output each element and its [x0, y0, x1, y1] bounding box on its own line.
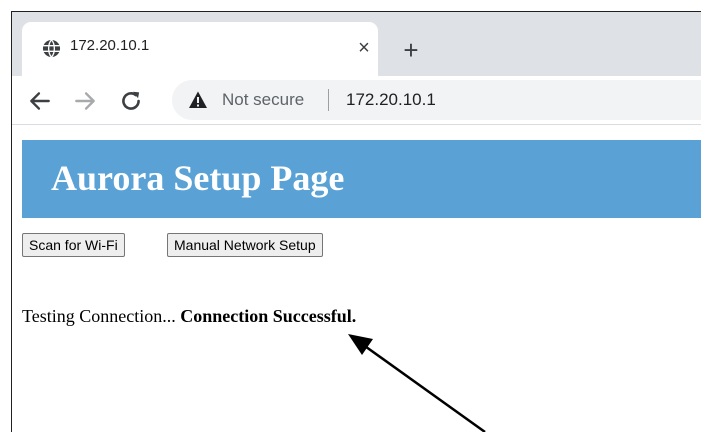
tab-strip: 172.20.10.1 × + [12, 12, 701, 76]
browser-toolbar: Not secure 172.20.10.1 [12, 76, 701, 125]
globe-icon [42, 39, 61, 58]
back-arrow-icon[interactable] [27, 88, 53, 114]
status-result: Connection Successful. [180, 306, 357, 326]
close-tab-icon[interactable]: × [354, 38, 374, 58]
reload-icon[interactable] [118, 88, 144, 114]
address-bar[interactable]: Not secure 172.20.10.1 [172, 80, 701, 120]
forward-arrow-icon[interactable] [72, 88, 98, 114]
manual-network-setup-button[interactable]: Manual Network Setup [167, 233, 323, 257]
page-header: Aurora Setup Page [22, 140, 701, 218]
status-prefix: Testing Connection... [22, 306, 176, 326]
url-text[interactable]: 172.20.10.1 [346, 90, 436, 110]
connection-status: Testing Connection... Connection Success… [22, 306, 356, 327]
browser-tab[interactable]: 172.20.10.1 × [22, 22, 378, 76]
browser-window: 172.20.10.1 × + Not secure 172.20.10.1 A… [11, 11, 701, 432]
not-secure-label[interactable]: Not secure [222, 90, 304, 110]
scan-wifi-button[interactable]: Scan for Wi-Fi [22, 233, 125, 257]
tab-title: 172.20.10.1 [70, 37, 150, 54]
page-title: Aurora Setup Page [51, 158, 345, 198]
address-separator [328, 89, 329, 111]
warning-triangle-icon[interactable] [188, 90, 208, 110]
new-tab-icon[interactable]: + [399, 37, 423, 63]
